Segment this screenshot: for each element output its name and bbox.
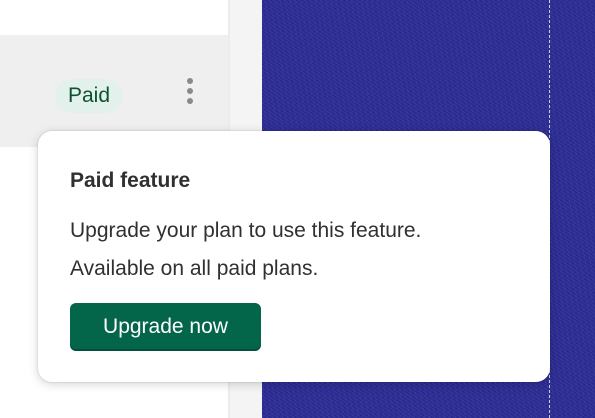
upgrade-now-button[interactable]: Upgrade now (70, 303, 261, 351)
kebab-dot (187, 88, 193, 94)
popover-body: Upgrade your plan to use this feature. A… (70, 212, 530, 288)
popover-body-line: Available on all paid plans. (70, 257, 319, 280)
popover-body-line: Upgrade your plan to use this feature. (70, 219, 422, 242)
popover-title: Paid feature (70, 169, 191, 192)
kebab-dot (187, 98, 193, 104)
app-screen: Paid Paid feature Upgrade your plan to u… (0, 0, 595, 418)
status-badge: Paid (55, 79, 124, 113)
paid-feature-popover: Paid feature Upgrade your plan to use th… (38, 131, 550, 382)
more-actions-icon[interactable] (180, 76, 200, 106)
kebab-dot (187, 78, 193, 84)
